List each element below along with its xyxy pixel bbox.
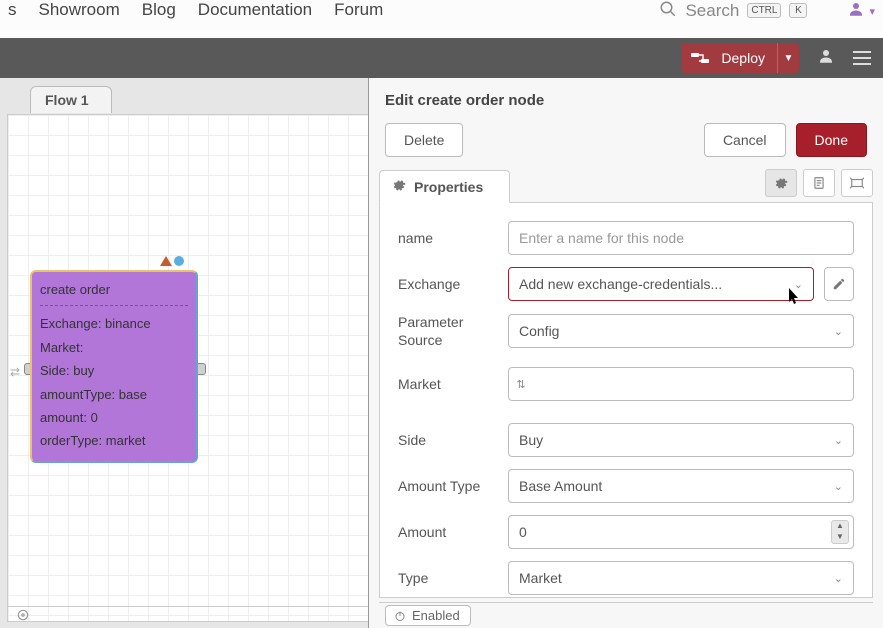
sort-icon: ⇅: [513, 378, 529, 391]
deploy-caret[interactable]: ▼: [777, 43, 799, 73]
create-order-node[interactable]: create order Exchange: binanceMarket: Si…: [30, 270, 198, 463]
chevron-down-icon: ⌄: [834, 480, 843, 493]
param-source-value: Config: [519, 323, 559, 339]
label-param-source: Parameter Source: [398, 313, 496, 349]
kbd-k: K: [789, 3, 807, 18]
power-icon: [394, 610, 406, 622]
document-icon: [812, 176, 826, 190]
node-status-badges: [160, 256, 184, 266]
search-label: Search: [685, 1, 739, 21]
node-kv: amount: 0: [40, 406, 188, 429]
changed-dot-icon: [174, 256, 184, 266]
amount-stepper[interactable]: ▲▼: [831, 520, 849, 544]
chevron-down-icon: ▾: [869, 5, 875, 18]
done-button[interactable]: Done: [796, 123, 867, 157]
warning-icon: [160, 256, 172, 266]
market-input[interactable]: ⇅: [508, 367, 854, 401]
side-select[interactable]: Buy ⌄: [508, 423, 854, 457]
label-market: Market: [398, 375, 496, 393]
edit-exchange-button[interactable]: [824, 267, 854, 301]
exchange-select[interactable]: Add new exchange-credentials... ⌄: [508, 267, 814, 301]
app-header: Deploy ▼: [0, 38, 883, 78]
label-name: name: [398, 229, 496, 247]
search-icon: [659, 0, 677, 21]
delete-button[interactable]: Delete: [385, 123, 463, 157]
kbd-ctrl: CTRL: [747, 3, 781, 18]
panel-title: Edit create order node: [369, 78, 883, 109]
enabled-label: Enabled: [412, 608, 460, 623]
label-exchange: Exchange: [398, 275, 496, 293]
panel-settings-button[interactable]: [765, 169, 797, 197]
nav-link-partial[interactable]: s: [8, 0, 17, 20]
node-body: Exchange: binanceMarket: Side: buyamount…: [40, 312, 188, 452]
panel-actions: Delete Cancel Done: [369, 109, 883, 169]
enabled-toggle[interactable]: Enabled: [385, 605, 471, 626]
node-kv: Market:: [40, 336, 188, 359]
search-trigger[interactable]: Search CTRL K: [659, 0, 807, 21]
panel-footer: Enabled: [379, 602, 873, 628]
site-topnav: s Showroom Blog Documentation Forum Sear…: [0, 0, 883, 38]
nav-links: s Showroom Blog Documentation Forum: [8, 0, 383, 20]
nav-link-blog[interactable]: Blog: [142, 0, 176, 20]
pencil-icon: [832, 277, 846, 291]
exchange-select-value: Add new exchange-credentials...: [519, 276, 722, 292]
label-type: Type: [398, 569, 496, 587]
tab-properties[interactable]: Properties: [379, 170, 510, 203]
layout-icon: [850, 176, 864, 190]
deploy-button[interactable]: Deploy: [681, 43, 777, 73]
panel-body: name Enter a name for this node Exchange…: [379, 203, 873, 598]
node-title: create order: [40, 278, 188, 301]
label-side: Side: [398, 431, 496, 449]
cancel-button[interactable]: Cancel: [704, 123, 786, 157]
chevron-down-icon: ⌄: [794, 278, 803, 291]
amount-type-value: Base Amount: [519, 478, 602, 494]
nav-link-forum[interactable]: Forum: [334, 0, 383, 20]
panel-tabs: Properties: [379, 169, 873, 203]
canvas-footer: [8, 606, 368, 626]
deploy-split-button: Deploy ▼: [681, 43, 799, 73]
node-editor-panel: Edit create order node Delete Cancel Don…: [368, 78, 883, 628]
deploy-icon: [691, 51, 711, 65]
name-input[interactable]: Enter a name for this node: [508, 221, 854, 255]
node-kv: amountType: base: [40, 383, 188, 406]
nav-link-showroom[interactable]: Showroom: [39, 0, 120, 20]
hamburger-menu[interactable]: [853, 51, 871, 65]
tab-properties-label: Properties: [414, 179, 483, 195]
gear-icon: [774, 176, 788, 190]
chevron-down-icon: ⌄: [834, 325, 843, 338]
type-select[interactable]: Market ⌄: [508, 561, 854, 595]
nav-link-documentation[interactable]: Documentation: [198, 0, 312, 20]
label-amount: Amount: [398, 523, 496, 541]
side-value: Buy: [519, 432, 543, 448]
header-user-icon[interactable]: [817, 47, 835, 70]
panel-appearance-button[interactable]: [841, 169, 873, 197]
node-kv: Side: buy: [40, 359, 188, 382]
gear-icon: [392, 178, 406, 195]
node-kv: orderType: market: [40, 429, 188, 452]
target-icon[interactable]: [16, 608, 30, 625]
type-value: Market: [519, 570, 562, 586]
chevron-down-icon: ⌄: [834, 572, 843, 585]
label-amount-type: Amount Type: [398, 477, 496, 495]
param-source-select[interactable]: Config ⌄: [508, 314, 854, 348]
user-icon: [847, 0, 865, 23]
amount-type-select[interactable]: Base Amount ⌄: [508, 469, 854, 503]
workspace: Flow 1 ⇄ create order Exchange: binanceM…: [0, 78, 883, 628]
user-menu[interactable]: ▾: [847, 0, 875, 23]
amount-value: 0: [519, 524, 831, 540]
chevron-down-icon: ⌄: [834, 434, 843, 447]
node-kv: Exchange: binance: [40, 312, 188, 335]
tab-flow1[interactable]: Flow 1: [30, 86, 112, 113]
deploy-label: Deploy: [721, 50, 765, 66]
amount-input[interactable]: 0 ▲▼: [508, 515, 854, 549]
flow-tab-row: Flow 1: [30, 86, 112, 113]
node-port-indicator-icon: ⇄: [10, 365, 20, 379]
panel-docs-button[interactable]: [803, 169, 835, 197]
